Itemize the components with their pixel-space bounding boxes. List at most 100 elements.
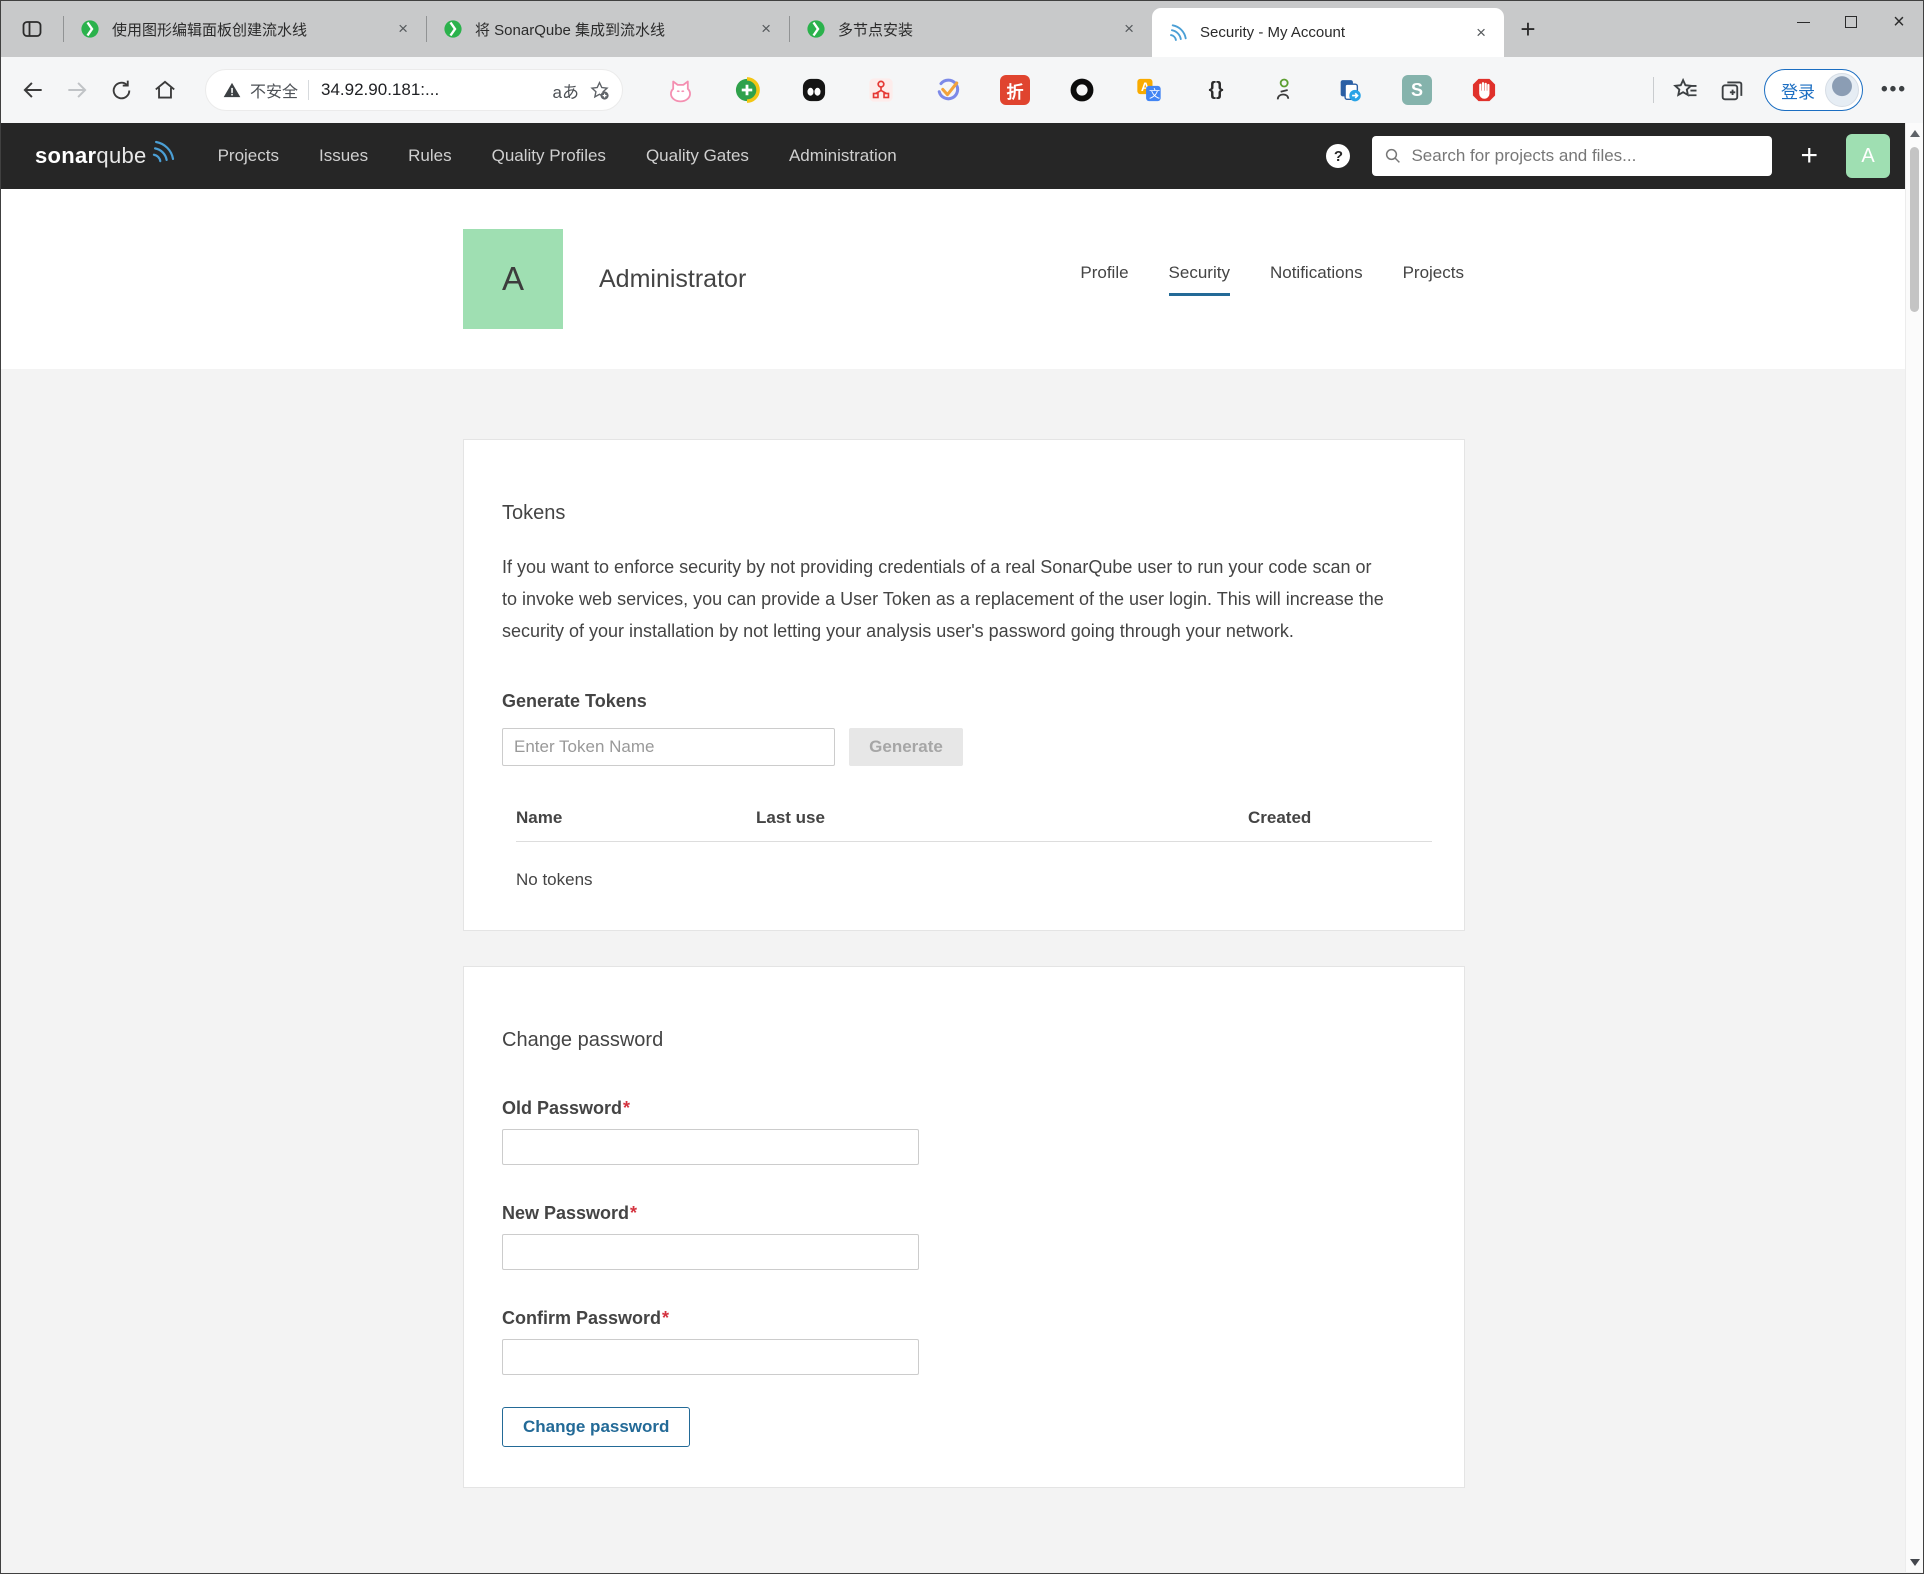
minimize-button[interactable]	[1779, 1, 1827, 43]
maximize-button[interactable]	[1827, 1, 1875, 43]
minimize-icon	[1797, 22, 1810, 23]
change-password-button[interactable]: Change password	[502, 1407, 690, 1447]
search-icon	[1384, 147, 1402, 165]
tab-docs-multinode[interactable]: 多节点安装 ×	[790, 1, 1152, 57]
nav-item-administration[interactable]: Administration	[789, 146, 897, 166]
token-name-input[interactable]	[502, 728, 835, 766]
required-mark: *	[630, 1203, 637, 1223]
tab-close-icon[interactable]: ×	[394, 19, 412, 39]
tab-docs-pipeline[interactable]: 使用图形编辑面板创建流水线 ×	[64, 1, 426, 57]
new-tab-button[interactable]: +	[1504, 1, 1552, 57]
page-scrollbar[interactable]	[1905, 123, 1923, 1572]
s-square-icon[interactable]: S	[1402, 75, 1432, 105]
old-password-group: Old Password*	[502, 1098, 1414, 1165]
new-password-label: New Password*	[502, 1203, 1414, 1224]
tab-close-icon[interactable]: ×	[1472, 23, 1490, 43]
account-name: Administrator	[599, 265, 746, 294]
account-avatar: A	[463, 229, 563, 329]
tab-security-my-account[interactable]: Security - My Account ×	[1152, 8, 1504, 57]
nav-item-quality-profiles[interactable]: Quality Profiles	[492, 146, 606, 166]
add-project-button[interactable]: +	[1794, 139, 1824, 173]
svg-text:文: 文	[1149, 87, 1160, 101]
tab-actions-button[interactable]	[1, 1, 63, 57]
column-header-name: Name	[516, 808, 756, 842]
nav-item-rules[interactable]: Rules	[408, 146, 451, 166]
black-double-dot-icon[interactable]	[799, 75, 829, 105]
signin-label: 登录	[1781, 78, 1815, 103]
logo-qube-text: qube	[96, 143, 146, 169]
tab-close-icon[interactable]: ×	[1120, 19, 1138, 39]
more-menu-button[interactable]: •••	[1881, 79, 1907, 101]
braces-icon[interactable]: {}	[1201, 75, 1231, 105]
label-text: Old Password	[502, 1098, 622, 1118]
black-ring-icon[interactable]	[1067, 75, 1097, 105]
tab-close-icon[interactable]: ×	[757, 19, 775, 39]
help-button[interactable]: ?	[1326, 144, 1350, 168]
profile-avatar	[1825, 73, 1859, 107]
tab-docs-sonarqube[interactable]: 将 SonarQube 集成到流水线 ×	[427, 1, 789, 57]
sonarqube-logo[interactable]: sonarqube	[35, 143, 176, 169]
tab-security[interactable]: Security	[1169, 263, 1230, 296]
nav-item-quality-gates[interactable]: Quality Gates	[646, 146, 749, 166]
flowchart-icon[interactable]	[866, 75, 896, 105]
cat-icon[interactable]	[665, 75, 695, 105]
confirm-password-input[interactable]	[502, 1339, 919, 1375]
refresh-icon	[109, 78, 134, 103]
favorites-hub-button[interactable]	[1672, 76, 1700, 104]
forward-button[interactable]	[55, 68, 99, 112]
new-password-group: New Password*	[502, 1203, 1414, 1270]
back-button[interactable]	[11, 68, 55, 112]
url-text[interactable]: 34.92.90.181:...	[321, 80, 543, 100]
toolbar-divider	[1653, 77, 1654, 103]
scrollbar-up-arrow-icon[interactable]	[1910, 130, 1920, 137]
sonarqube-favicon-icon	[1168, 23, 1188, 43]
person-writing-icon[interactable]	[1268, 75, 1298, 105]
home-button[interactable]	[143, 68, 187, 112]
back-icon	[20, 77, 46, 103]
label-text: Confirm Password	[502, 1308, 661, 1328]
browser-toolbar: 不安全 34.92.90.181:... aあ 折	[1, 57, 1923, 123]
address-bar[interactable]: 不安全 34.92.90.181:... aあ	[205, 69, 623, 111]
document-share-icon[interactable]	[1335, 75, 1365, 105]
translate-icon[interactable]: A文	[1134, 75, 1164, 105]
collections-button[interactable]	[1718, 76, 1746, 104]
close-button[interactable]: ×	[1875, 1, 1923, 43]
signin-button[interactable]: 登录	[1764, 69, 1863, 111]
refresh-button[interactable]	[99, 68, 143, 112]
user-avatar[interactable]: A	[1846, 134, 1890, 178]
tab-projects[interactable]: Projects	[1403, 263, 1464, 296]
tab-profile[interactable]: Profile	[1080, 263, 1128, 296]
nav-item-issues[interactable]: Issues	[319, 146, 368, 166]
home-icon	[152, 77, 178, 103]
required-mark: *	[623, 1098, 630, 1118]
check-circle-icon[interactable]	[933, 75, 963, 105]
tab-notifications[interactable]: Notifications	[1270, 263, 1363, 296]
scrollbar-thumb[interactable]	[1910, 147, 1919, 312]
tab-title: 使用图形编辑面板创建流水线	[112, 19, 394, 40]
change-password-title: Change password	[502, 1029, 1414, 1052]
column-header-last-use: Last use	[756, 808, 1248, 842]
browser-window: 使用图形编辑面板创建流水线 × 将 SonarQube 集成到流水线 × 多节点…	[0, 0, 1924, 1574]
stop-hand-icon[interactable]	[1469, 75, 1499, 105]
generate-button[interactable]: Generate	[849, 728, 963, 766]
translate-page-button[interactable]: aあ	[553, 78, 579, 103]
tokens-title: Tokens	[502, 502, 1414, 525]
search-input[interactable]	[1411, 146, 1760, 166]
table-row-empty: No tokens	[516, 842, 1432, 891]
old-password-input[interactable]	[502, 1129, 919, 1165]
not-secure-label[interactable]: 不安全	[250, 78, 298, 102]
extensions-row: 折 A文 {} S	[665, 75, 1499, 105]
new-password-input[interactable]	[502, 1234, 919, 1270]
no-tokens-text: No tokens	[516, 842, 1432, 891]
logo-sonar-text: sonar	[35, 143, 96, 169]
favorite-star-add-icon[interactable]	[589, 80, 610, 101]
nav-item-projects[interactable]: Projects	[218, 146, 279, 166]
tab-title: 多节点安装	[838, 19, 1120, 40]
generate-token-form: Generate	[502, 728, 1414, 766]
green-plus-circle-icon[interactable]	[732, 75, 762, 105]
zhe-discount-icon[interactable]: 折	[1000, 75, 1030, 105]
scrollbar-down-arrow-icon[interactable]	[1910, 1559, 1920, 1566]
braces-glyph: {}	[1209, 79, 1224, 101]
global-search[interactable]	[1372, 136, 1772, 176]
sonar-swoosh-icon	[150, 139, 176, 165]
